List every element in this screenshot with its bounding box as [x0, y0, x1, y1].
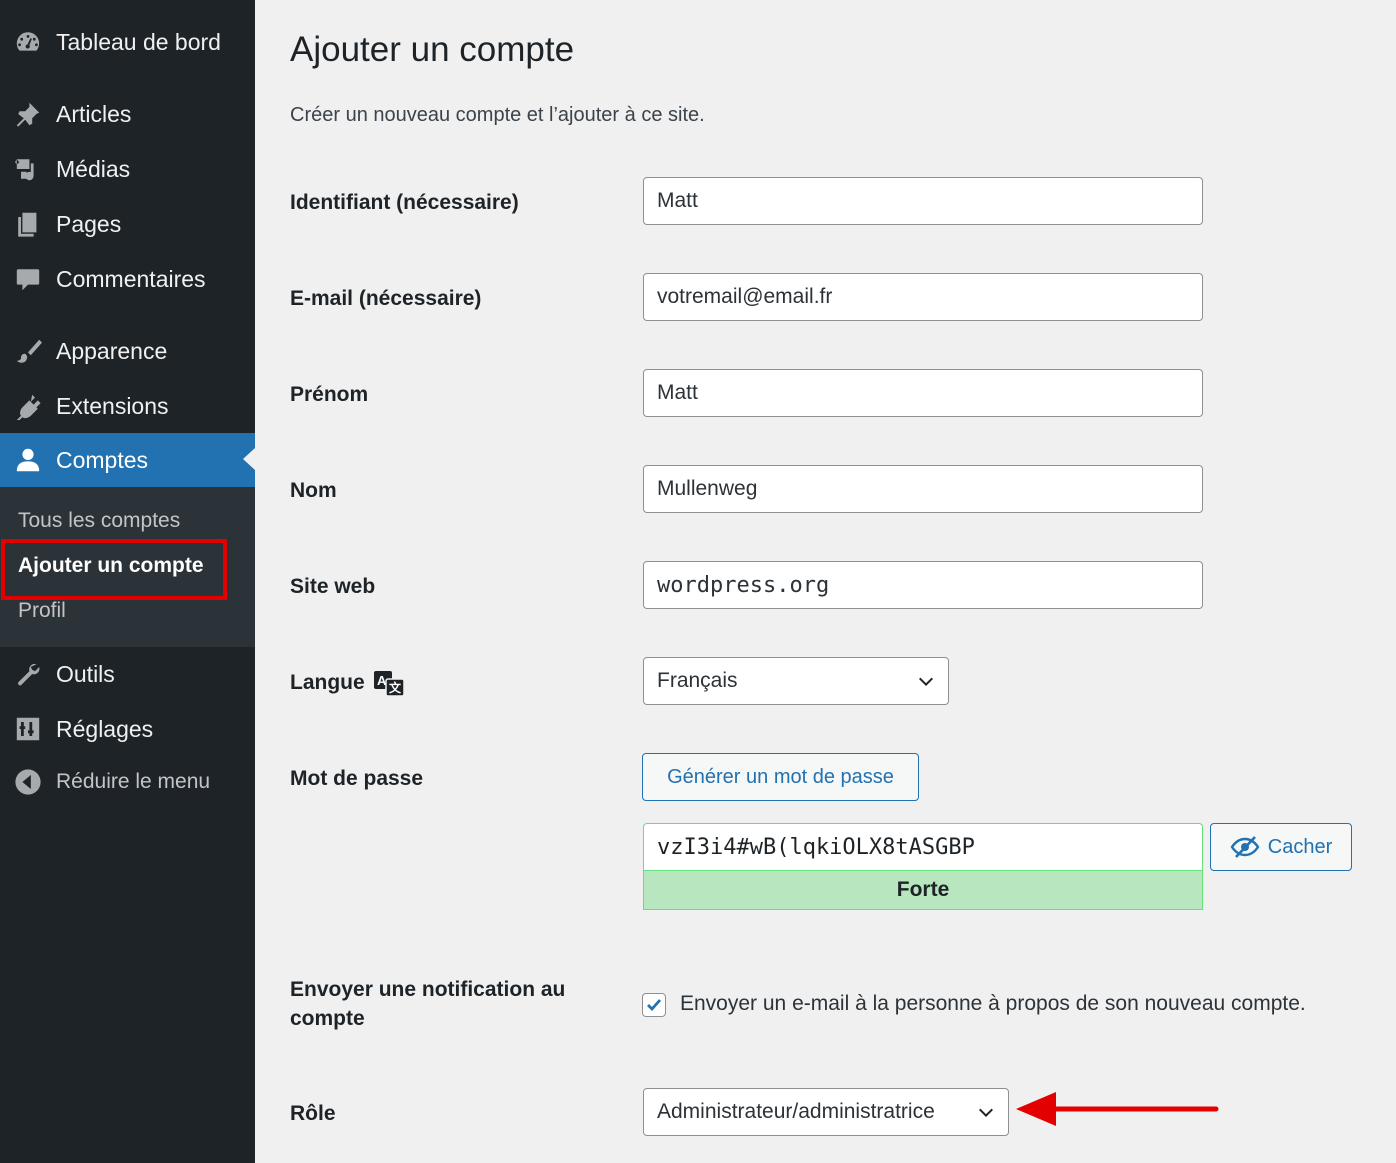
comment-icon [0, 265, 56, 293]
language-select[interactable]: Français [643, 657, 949, 705]
hide-password-label: Cacher [1267, 835, 1333, 858]
menu-item-media[interactable]: Médias [0, 143, 255, 195]
menu-item-comments[interactable]: Commentaires [0, 253, 255, 305]
menu-label-posts: Articles [56, 100, 132, 127]
pin-icon [0, 100, 56, 128]
menu-label-media: Médias [56, 155, 131, 182]
role-value: Administrateur/administratrice [657, 1100, 935, 1123]
menu-label-collapse: Réduire le menu [56, 770, 211, 793]
website-label: Site web [290, 575, 376, 598]
eye-slash-icon [1230, 836, 1260, 858]
username-label: Identifiant (nécessaire) [290, 191, 519, 214]
svg-text:文: 文 [389, 680, 402, 695]
menu-label-dashboard: Tableau de bord [56, 28, 221, 55]
language-value: Français [657, 669, 738, 692]
menu-label-pages: Pages [56, 210, 122, 237]
collapse-menu-button[interactable]: Réduire le menu [0, 756, 255, 808]
chevron-down-icon [978, 1108, 994, 1118]
role-select[interactable]: Administrateur/administratrice [643, 1088, 1009, 1136]
role-label: Rôle [290, 1102, 336, 1125]
email-field[interactable]: votremail@email.fr [643, 273, 1203, 321]
menu-label-settings: Réglages [56, 715, 154, 742]
highlight-box [1, 539, 227, 600]
username-field[interactable]: Matt [643, 177, 1203, 225]
media-icon [0, 155, 56, 183]
checkmark-icon [647, 999, 662, 1012]
password-strength-indicator: Forte [643, 870, 1203, 910]
pages-icon [0, 210, 56, 238]
menu-item-pages[interactable]: Pages [0, 198, 255, 250]
page-description: Créer un nouveau compte et l’ajouter à c… [290, 104, 705, 126]
menu-item-appearance[interactable]: Apparence [0, 325, 255, 377]
collapse-icon [0, 768, 56, 796]
annotation-arrow [1016, 1092, 1219, 1126]
first-name-field[interactable]: Matt [643, 369, 1203, 417]
plugin-icon [0, 392, 56, 420]
menu-item-tools[interactable]: Outils [0, 648, 255, 700]
password-field[interactable]: vzI3i4#wB(lqkiOLX8tASGBP [643, 823, 1203, 871]
last-name-field[interactable]: Mullenweg [643, 465, 1203, 513]
chevron-down-icon [918, 677, 934, 687]
notification-label: Envoyer une notification au compte [290, 978, 566, 1030]
submenu-all-users[interactable]: Tous les comptes [18, 509, 180, 533]
password-group: vzI3i4#wB(lqkiOLX8tASGBP Forte [643, 823, 1203, 910]
translation-icon: A 文 [373, 669, 405, 697]
generate-password-button[interactable]: Générer un mot de passe [642, 753, 919, 801]
dashboard-icon [0, 28, 56, 56]
paintbrush-icon [0, 337, 56, 365]
first-name-label: Prénom [290, 383, 369, 406]
language-label-row: Langue A 文 [290, 668, 405, 697]
email-label: E-mail (nécessaire) [290, 287, 482, 310]
menu-item-plugins[interactable]: Extensions [0, 380, 255, 432]
notification-checkbox-label: Envoyer un e-mail à la personne à propos… [680, 992, 1306, 1015]
menu-label-tools: Outils [56, 660, 115, 687]
menu-item-settings[interactable]: Réglages [0, 703, 255, 755]
website-field[interactable]: wordpress.org [643, 561, 1203, 609]
submenu-profile[interactable]: Profil [18, 599, 66, 623]
page-title: Ajouter un compte [290, 30, 575, 69]
password-label: Mot de passe [290, 767, 424, 790]
wrench-icon [0, 660, 56, 688]
menu-label-appearance: Apparence [56, 337, 168, 364]
menu-label-comments: Commentaires [56, 265, 206, 292]
notification-checkbox[interactable] [642, 993, 666, 1017]
menu-item-users[interactable]: Comptes [0, 433, 255, 487]
hide-password-button[interactable]: Cacher [1210, 823, 1352, 871]
menu-label-users: Comptes [56, 446, 149, 473]
settings-icon [0, 715, 56, 743]
language-label: Langue [290, 671, 365, 694]
last-name-label: Nom [290, 479, 337, 502]
menu-item-posts[interactable]: Articles [0, 88, 255, 140]
user-icon [0, 446, 56, 474]
menu-item-dashboard[interactable]: Tableau de bord [0, 16, 255, 68]
menu-label-plugins: Extensions [56, 392, 169, 419]
admin-sidebar: Tableau de bord Articles Médias Pages Co… [0, 0, 255, 1163]
